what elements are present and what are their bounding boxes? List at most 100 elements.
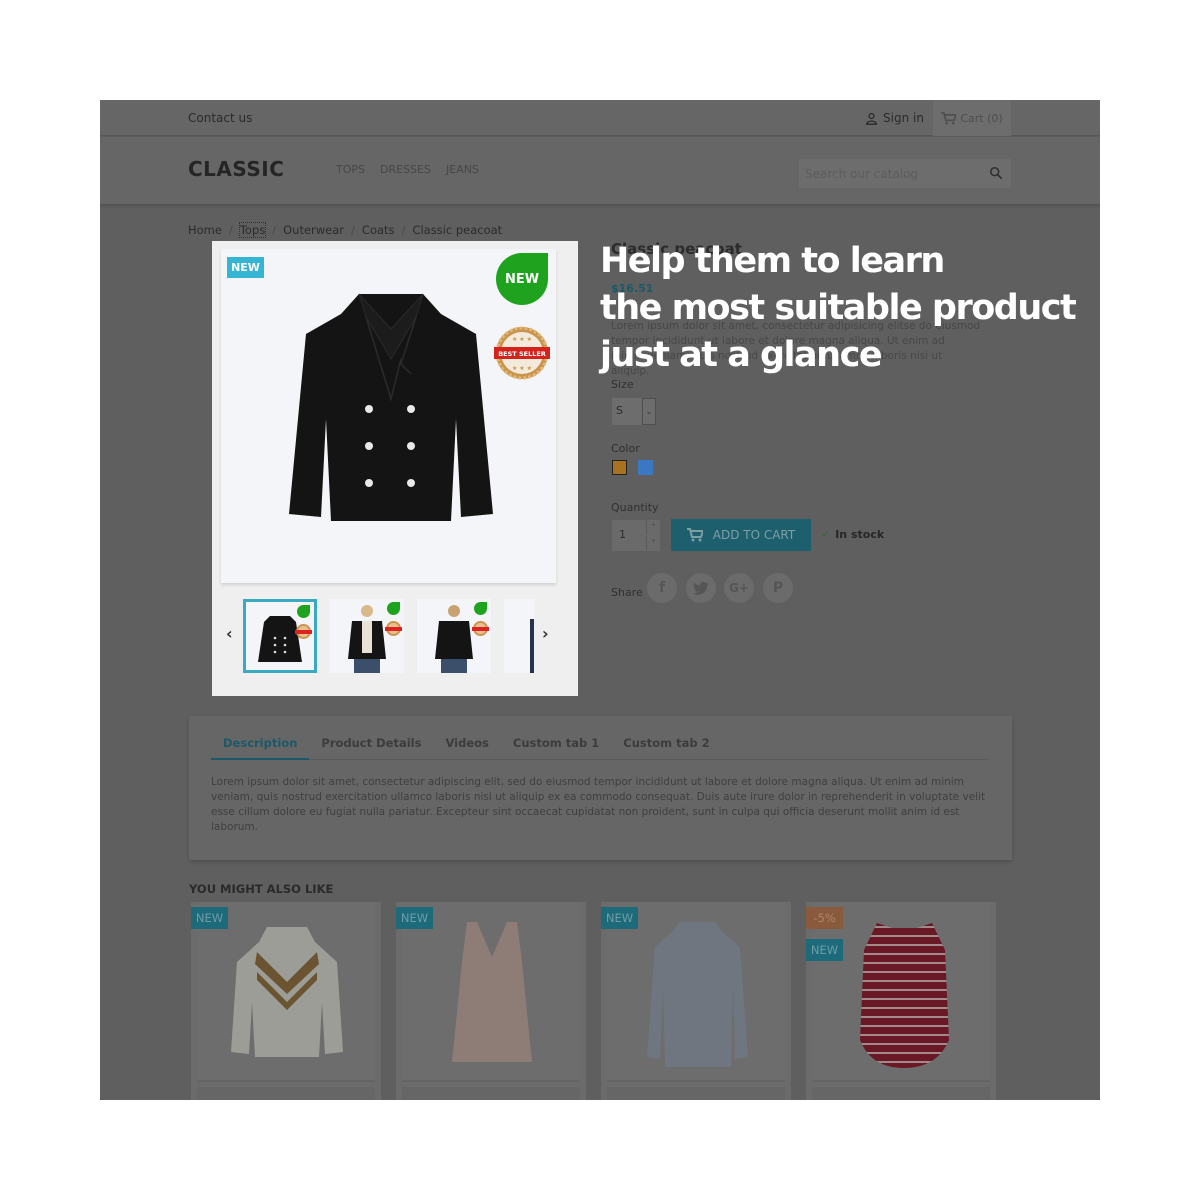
new-badge: NEW (396, 907, 433, 929)
quantity-down-icon[interactable]: ˅ (646, 536, 660, 551)
search-input[interactable] (799, 159, 979, 188)
color-label: Color (611, 442, 640, 455)
sign-in-label: Sign in (883, 111, 924, 125)
store-logo[interactable]: CLASSIC (188, 157, 284, 181)
product-tabs: Description Product Details Videos Custo… (189, 716, 1012, 860)
cart-button[interactable]: Cart (0) (933, 100, 1011, 136)
svg-text:BEST SELLER: BEST SELLER (498, 350, 546, 358)
best-seller-mini (472, 621, 489, 636)
thumbnail-item[interactable] (417, 599, 491, 673)
stock-label: In stock (835, 528, 885, 541)
peacoat-image (289, 293, 493, 521)
product-thumbnail (812, 902, 990, 1082)
tab-product-details[interactable]: Product Details (309, 736, 433, 760)
new-sticker-mini (474, 602, 487, 615)
product-gallery: NEW NEW BEST SELLER ★ ★ ★ ★ ★ ★ ‹ › (212, 241, 578, 696)
quantity-stepper[interactable]: 1 ˄ ˅ (612, 520, 660, 551)
chevron-left-icon[interactable]: ‹ (226, 624, 233, 643)
color-swatch-blue[interactable] (638, 460, 653, 475)
best-seller-badge-icon: BEST SELLER ★ ★ ★ ★ ★ ★ (494, 326, 550, 380)
color-swatch-orange[interactable] (612, 460, 627, 475)
thumbnail-item[interactable] (504, 599, 534, 673)
breadcrumb-separator: / (401, 223, 406, 237)
contact-us-link[interactable]: Contact us (188, 111, 252, 125)
related-products-title: YOU MIGHT ALSO LIKE (189, 882, 334, 896)
cart-label: Cart (0) (960, 111, 1003, 125)
description-text: Lorem ipsum dolor sit amet, consectetur … (211, 776, 986, 833)
product-main-image[interactable]: NEW NEW BEST SELLER ★ ★ ★ ★ ★ ★ (221, 249, 556, 583)
breadcrumb-coats[interactable]: Coats (362, 223, 395, 237)
related-product-card[interactable]: -5% NEW (806, 902, 996, 1100)
tab-description[interactable]: Description (211, 736, 310, 760)
breadcrumb-current: Classic peacoat (412, 223, 503, 237)
size-value: S (616, 404, 623, 417)
add-to-cart-label: ADD TO CART (712, 528, 796, 542)
thumbnail-item[interactable] (243, 599, 317, 673)
product-thumbnail (402, 902, 580, 1082)
promo-headline: Help them to learn the most suitable pro… (600, 238, 1077, 379)
thumbnail-item[interactable] (330, 599, 404, 673)
new-badge: NEW (191, 907, 228, 929)
cart-icon (686, 528, 703, 542)
quantity-label: Quantity (611, 501, 659, 514)
add-to-cart-button[interactable]: ADD TO CART (671, 519, 811, 551)
product-card-footer (607, 1087, 785, 1100)
facebook-icon[interactable]: f (647, 573, 677, 603)
breadcrumb-tops[interactable]: Tops (238, 222, 267, 238)
headline-line-3: just at a glance (600, 335, 883, 375)
product-card-footer (812, 1087, 990, 1100)
size-select[interactable]: S ⌄ (612, 398, 656, 425)
menu-item-jeans[interactable]: JEANS (446, 163, 479, 176)
best-seller-mini (295, 624, 312, 639)
cart-icon (941, 111, 957, 124)
thumbnail-carousel: ‹ › (212, 596, 578, 676)
menu-item-tops[interactable]: TOPS (336, 163, 365, 176)
check-icon: ✓ (821, 528, 831, 541)
top-bar: Contact us Sign in Cart (0) (100, 100, 1100, 136)
breadcrumb-separator: / (351, 223, 355, 237)
discount-badge: -5% (806, 907, 843, 929)
breadcrumb-home[interactable]: Home (188, 223, 222, 237)
breadcrumb: Home / Tops / Outerwear / Coats / Classi… (188, 222, 503, 238)
headline-line-1: Help them to learn (600, 241, 945, 281)
best-seller-mini (385, 621, 402, 636)
breadcrumb-separator: / (272, 223, 277, 237)
share-label: Share (611, 586, 643, 599)
product-thumbnail (197, 902, 375, 1082)
main-nav: CLASSIC TOPS DRESSES JEANS (100, 137, 1100, 204)
product-card-footer (197, 1087, 375, 1100)
headline-line-2: the most suitable product (600, 288, 1077, 328)
tab-videos[interactable]: Videos (433, 736, 500, 760)
menu-item-dresses[interactable]: DRESSES (380, 163, 431, 176)
tab-custom-2[interactable]: Custom tab 2 (611, 736, 721, 760)
dimmed-page-screenshot: Contact us Sign in Cart (0) CLASSIC TOPS… (100, 100, 1100, 1100)
search-icon[interactable] (989, 166, 1003, 180)
tab-custom-1[interactable]: Custom tab 1 (501, 736, 611, 760)
new-flag-badge: NEW (227, 257, 264, 278)
related-product-card[interactable]: NEW (396, 902, 586, 1100)
size-label: Size (611, 378, 634, 391)
related-product-card[interactable]: NEW (191, 902, 381, 1100)
quantity-value: 1 (619, 528, 626, 541)
new-sticker-badge: NEW (496, 253, 548, 305)
breadcrumb-separator: / (228, 223, 233, 237)
user-icon (865, 112, 878, 125)
twitter-icon[interactable] (686, 573, 716, 603)
related-product-card[interactable]: NEW (601, 902, 791, 1100)
new-sticker-mini (297, 605, 310, 618)
sign-in-link[interactable]: Sign in (865, 111, 924, 125)
pinterest-icon[interactable]: P (763, 573, 793, 603)
svg-text:★ ★ ★: ★ ★ ★ (512, 336, 532, 343)
product-card-footer (402, 1087, 580, 1100)
breadcrumb-outerwear[interactable]: Outerwear (283, 223, 344, 237)
search-box (799, 159, 1011, 188)
new-sticker-mini (387, 602, 400, 615)
stock-status: ✓ In stock (821, 528, 884, 541)
google-plus-icon[interactable]: G+ (724, 573, 754, 603)
new-badge: NEW (601, 907, 638, 929)
tab-list: Description Product Details Videos Custo… (211, 736, 989, 760)
chevron-right-icon[interactable]: › (542, 624, 549, 643)
new-badge: NEW (806, 939, 843, 961)
product-thumbnail (607, 902, 785, 1082)
quantity-up-icon[interactable]: ˄ (646, 520, 660, 535)
